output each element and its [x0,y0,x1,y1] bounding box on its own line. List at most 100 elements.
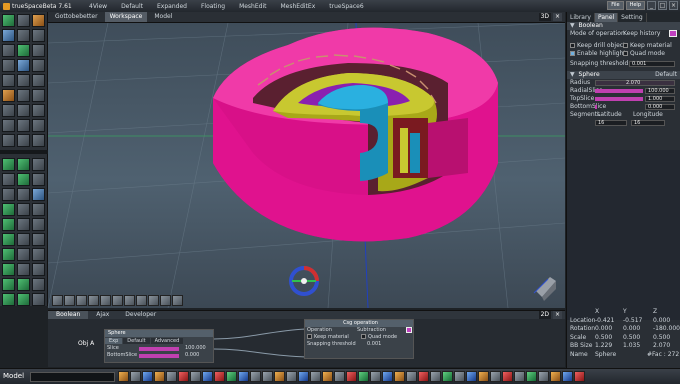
3d-viewport[interactable] [48,23,565,308]
cylinder-tool-icon[interactable] [17,29,30,42]
text-tool-icon[interactable] [32,44,45,57]
texture-tool-icon[interactable] [17,158,30,171]
cloth-tool-icon[interactable] [32,218,45,231]
sweep-icon[interactable] [466,371,477,382]
plant-tool-icon[interactable] [2,233,15,246]
latitude-input[interactable]: 16 [595,120,627,126]
sweep-tool-icon[interactable] [32,89,45,102]
material-icon[interactable] [358,371,369,382]
pan-icon[interactable] [88,295,99,306]
timeline-icon[interactable] [538,371,549,382]
uv-icon[interactable] [382,371,393,382]
plane-tool-icon[interactable] [17,44,30,57]
group-tool-icon[interactable] [32,59,45,72]
viewport-tab-model[interactable]: Model [149,12,177,22]
maximize-icon[interactable]: □ [658,1,667,10]
skin-tool-icon[interactable] [17,188,30,201]
enable-highlight-checkbox[interactable] [570,51,575,56]
tab-library[interactable]: Library [567,12,595,22]
quad-mode-checkbox[interactable] [623,51,628,56]
snap-icon[interactable] [202,371,213,382]
scale-x[interactable]: 0.500 [595,334,612,343]
import-icon[interactable] [562,371,573,382]
keep-material-checkbox[interactable] [623,43,628,48]
record-tool-icon[interactable] [2,278,15,291]
export-tool-icon[interactable] [32,293,45,306]
help-button[interactable]: Help [625,1,645,10]
torus-tool-icon[interactable] [2,44,15,57]
radial-slice-slider[interactable] [595,89,643,93]
primitive-cube-icon[interactable] [118,371,129,382]
axis-y-icon[interactable] [226,371,237,382]
primitive-torus-icon[interactable] [166,371,177,382]
group-icon[interactable] [298,371,309,382]
stop-tool-icon[interactable] [32,278,45,291]
location-y[interactable]: -0.517 [623,317,642,326]
grid-icon[interactable] [172,295,183,306]
stop-icon[interactable] [514,371,525,382]
render-icon[interactable] [346,371,357,382]
paint-tool-icon[interactable] [2,89,15,102]
bottom-slice-slider[interactable] [595,105,597,109]
tab-setting[interactable]: Setting [618,12,647,22]
status-input-field[interactable] [30,372,115,382]
render-tool-icon[interactable] [2,173,15,186]
camera-icon[interactable] [334,371,345,382]
camera-tool-icon[interactable] [2,59,15,72]
array-tool-icon[interactable] [32,134,45,147]
keyframe-icon[interactable] [526,371,537,382]
rotation-y[interactable]: 0.000 [623,325,640,334]
csg-snapping-value[interactable]: 0.001 [367,341,381,348]
layout-tab-default[interactable]: Default [114,3,150,10]
play-tool-icon[interactable] [17,278,30,291]
timeline-tool-icon[interactable] [17,293,30,306]
link-tool-icon[interactable] [32,263,45,276]
rotation-z[interactable]: -180.000 [653,325,680,334]
zoom-icon[interactable] [100,295,111,306]
sphere-section-header[interactable]: ▼ Sphere Default [567,71,680,79]
rotate-tool-icon[interactable] [17,74,30,87]
csg-keep-material-checkbox[interactable] [307,334,312,339]
csg-operation-value[interactable]: Subtraction [357,327,386,334]
leaf-tool-icon[interactable] [2,248,15,261]
lathe-tool-icon[interactable] [17,89,30,102]
name-value[interactable]: Sphere [595,351,616,360]
scale-row[interactable]: Scale 0.500 0.500 0.500 [567,334,680,343]
mirror-tool-icon[interactable] [17,134,30,147]
ungroup-icon[interactable] [310,371,321,382]
spline-tool-icon[interactable] [17,119,30,132]
top-slice-slider[interactable] [595,97,643,101]
shader-tool-icon[interactable] [2,158,15,171]
terrain-tool-icon[interactable] [2,203,15,216]
primitive-cone-icon[interactable] [154,371,165,382]
deform-tool-icon[interactable] [2,119,15,132]
script-tool-icon[interactable] [17,248,30,261]
texture-icon[interactable] [370,371,381,382]
viewport-tab-gottobebetter[interactable]: Gottobebetter [50,12,103,22]
tree-tool-icon[interactable] [2,263,15,276]
info-icon[interactable] [148,295,159,306]
layout-tab-expanded[interactable]: Expanded [150,3,194,10]
boolean-tool-icon[interactable] [32,104,45,117]
layout-tab-meshediteex[interactable]: MeshEditEx [273,3,322,10]
bbsize-x[interactable]: 1.229 [595,342,612,351]
deform-icon[interactable] [406,371,417,382]
eye-nav-icon[interactable] [76,295,87,306]
boolean-section-header[interactable]: ▼ Boolean [567,22,680,30]
keyframe-tool-icon[interactable] [2,293,15,306]
sky-tool-icon[interactable] [32,203,45,216]
uv-tool-icon[interactable] [32,158,45,171]
keep-drill-checkbox[interactable] [570,43,575,48]
bones-tool-icon[interactable] [2,188,15,201]
extrude-icon[interactable] [442,371,453,382]
viewport-tab-workspace[interactable]: Workspace [104,12,148,22]
rotation-x[interactable]: 0.000 [595,325,612,334]
bbsize-z[interactable]: 2.070 [653,342,670,351]
viewport-mode-label[interactable]: 3D [538,13,551,21]
animation-tool-icon[interactable] [17,173,30,186]
layout-tab-truespace6[interactable]: trueSpace6 [322,3,370,10]
axis-x-icon[interactable] [214,371,225,382]
camera-view-icon[interactable] [160,295,171,306]
radius-input[interactable]: 2.070 [595,80,675,86]
csg-operation-node[interactable]: Csg operation Operation Subtraction Keep… [304,319,414,359]
